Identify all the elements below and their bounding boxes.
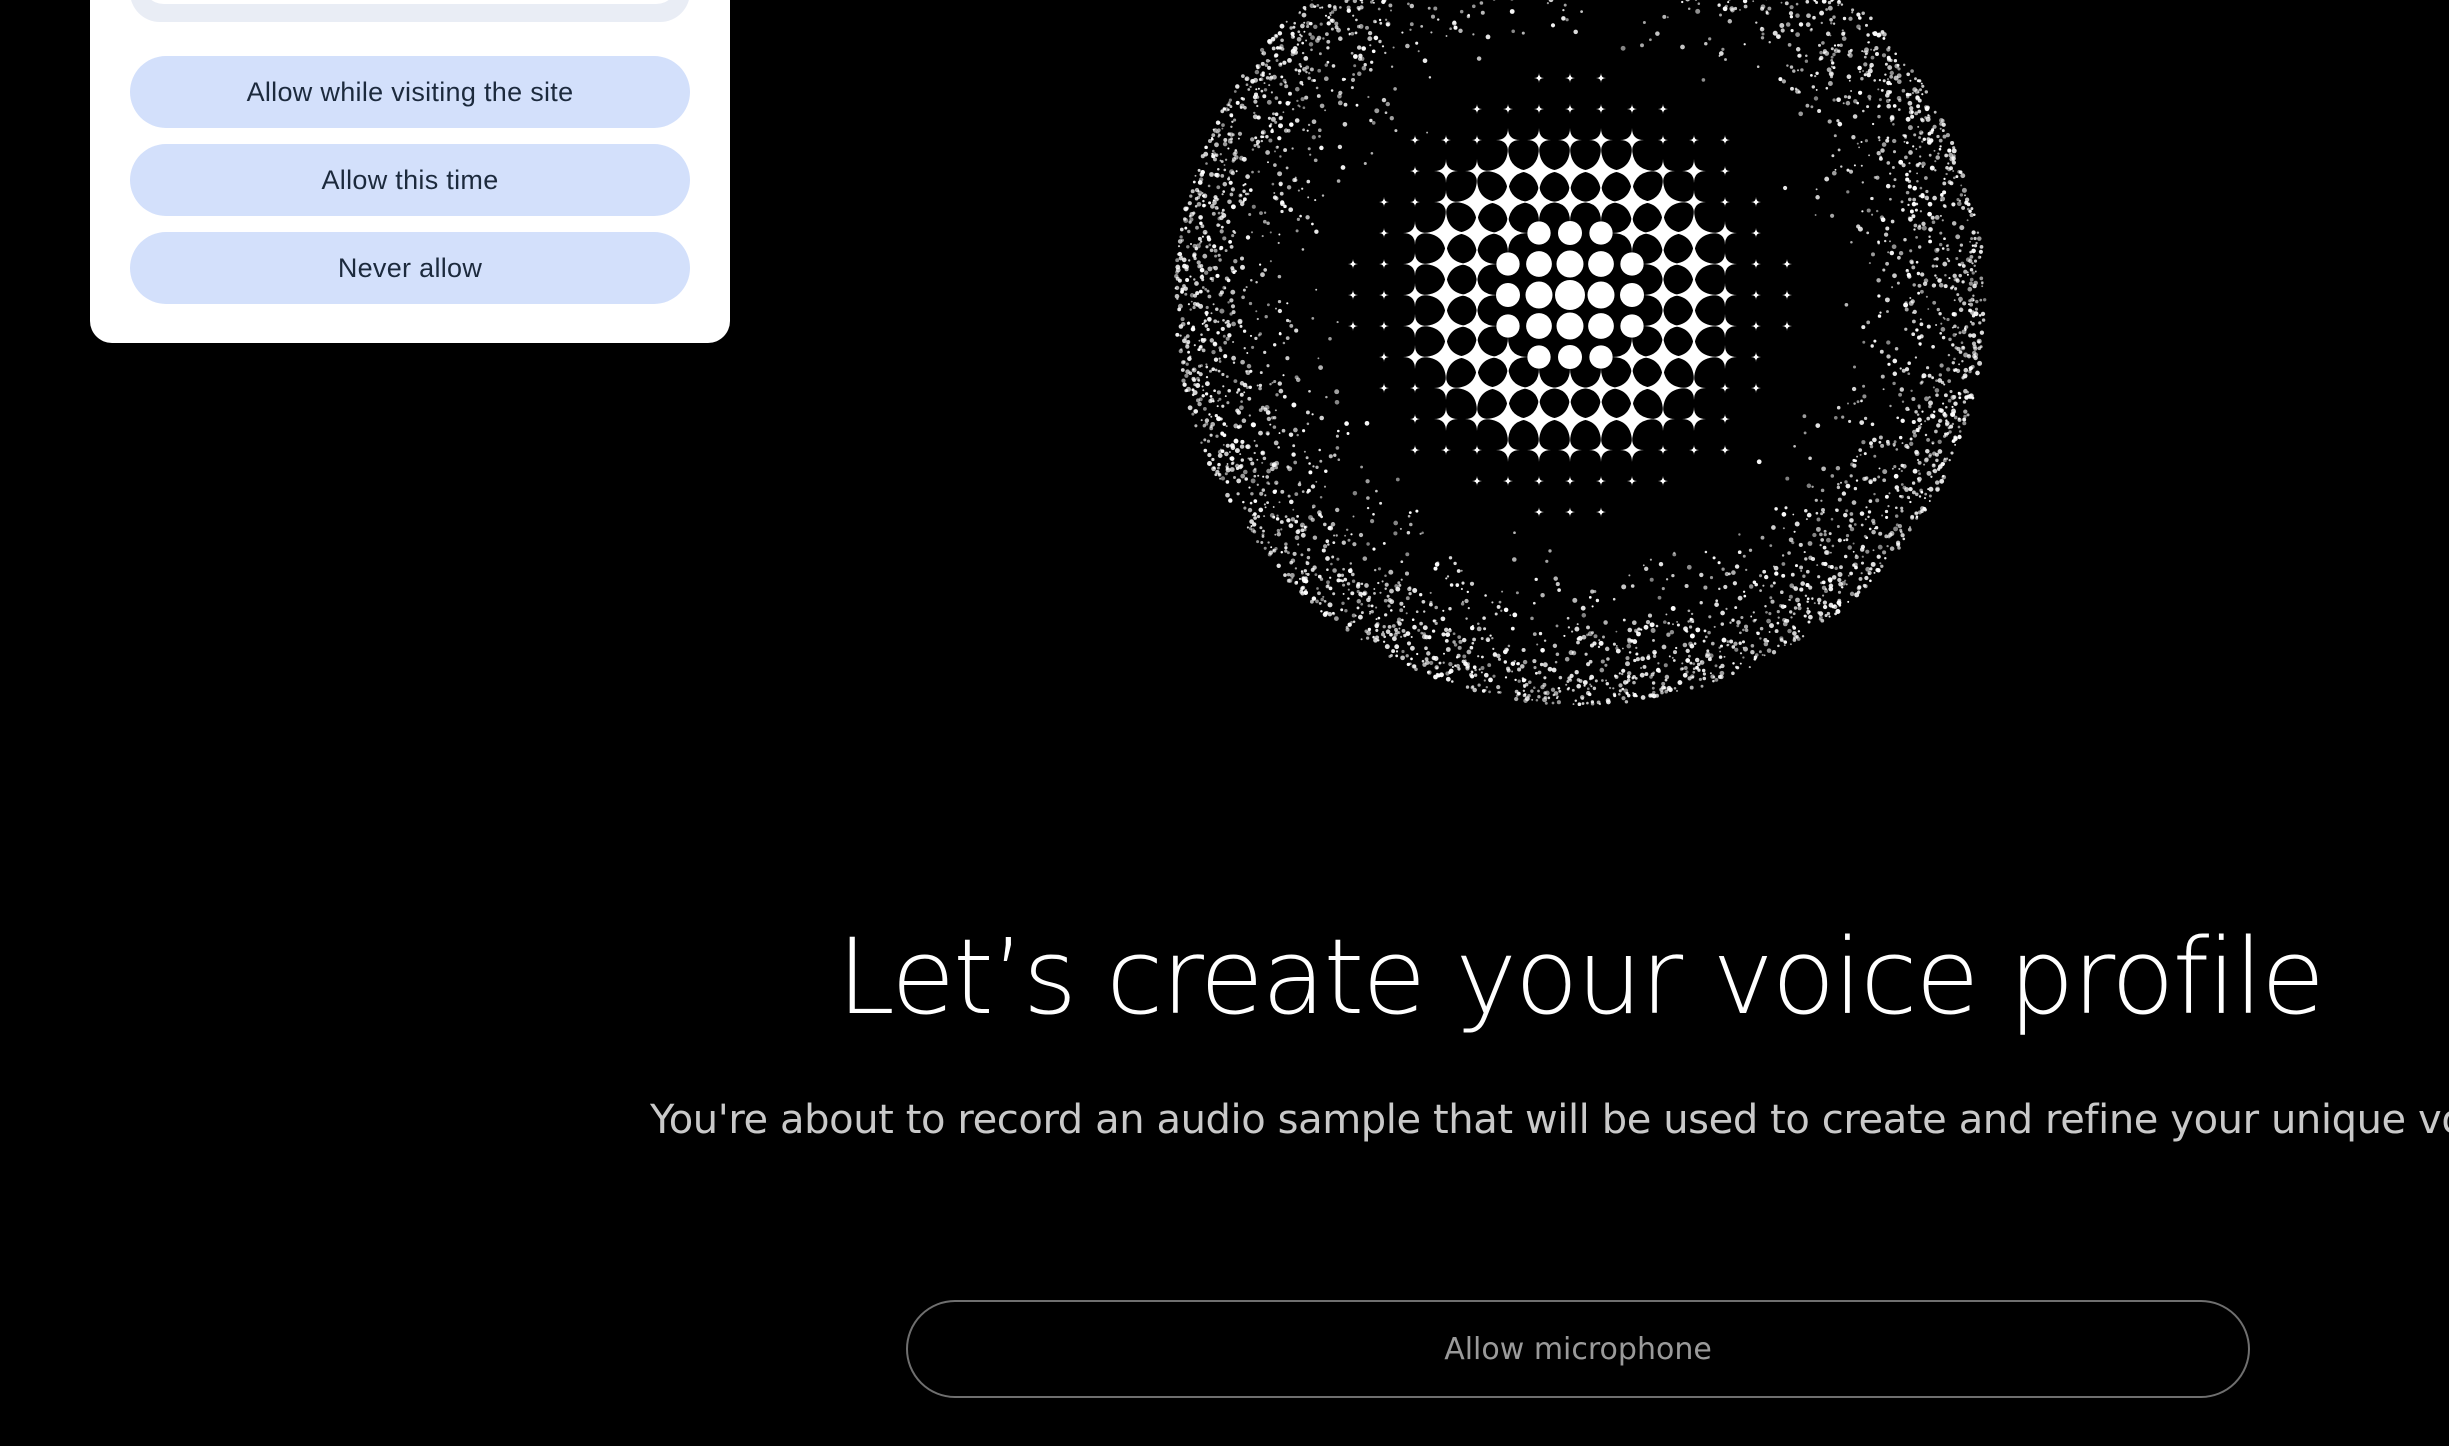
popup-partial-field (130, 0, 690, 22)
permission-popup: Allow while visiting the site Allow this… (90, 0, 730, 343)
voice-profile-page: Allow while visiting the site Allow this… (0, 0, 2449, 1446)
particle-sphere-graphic (1174, 0, 1987, 707)
page-title: Let’s create your voice profile (836, 916, 2325, 1038)
allow-while-visiting-button[interactable]: Allow while visiting the site (130, 56, 690, 128)
never-allow-button[interactable]: Never allow (130, 232, 690, 304)
page-subtitle: You're about to record an audio sample t… (650, 1097, 2449, 1143)
allow-microphone-button[interactable]: Allow microphone (906, 1300, 2250, 1398)
allow-this-time-button[interactable]: Allow this time (130, 144, 690, 216)
